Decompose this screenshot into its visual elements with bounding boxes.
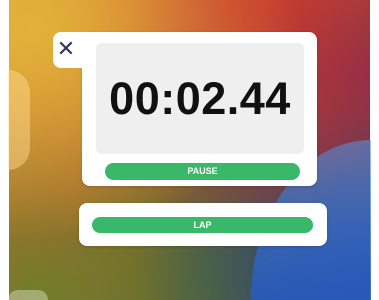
- elapsed-time: 00:02.44: [109, 73, 291, 124]
- pause-button[interactable]: PAUSE: [105, 163, 300, 180]
- home-screen: ✕ 00:02.44 PAUSE LAP: [0, 0, 379, 300]
- screen-edge-right: [370, 0, 379, 300]
- close-icon[interactable]: ✕: [56, 38, 76, 62]
- wallpaper-shape: [8, 70, 30, 170]
- lap-button[interactable]: LAP: [92, 217, 313, 233]
- wallpaper-bottom-shape: [8, 290, 48, 300]
